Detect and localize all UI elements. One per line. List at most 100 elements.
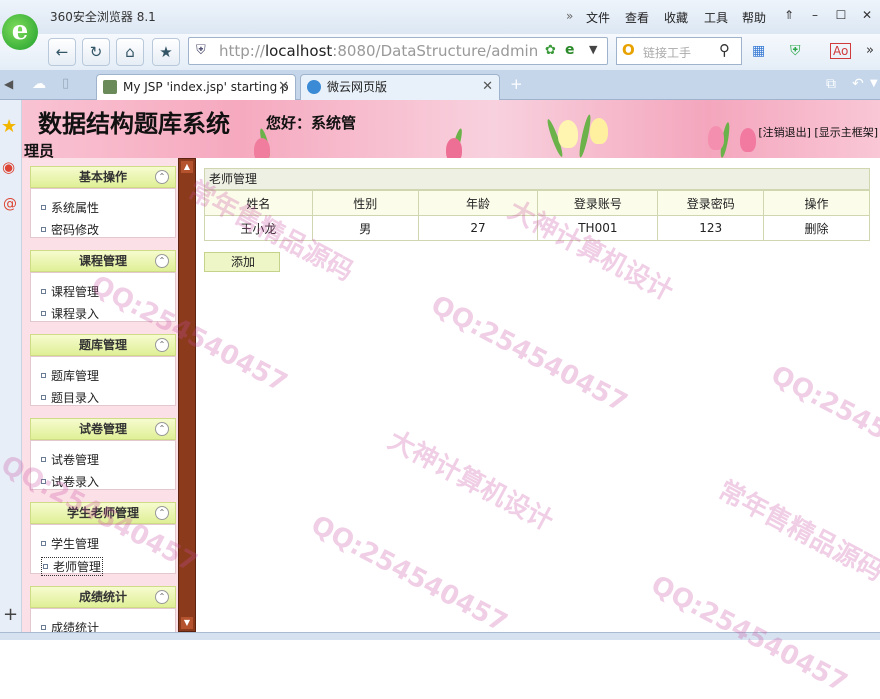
bullet-icon bbox=[41, 205, 46, 210]
close-window-icon[interactable]: ✕ bbox=[856, 5, 878, 25]
menu-link-exam-entry[interactable]: 试卷录入 bbox=[41, 473, 99, 490]
section-question-bank[interactable]: 题库管理 ⌃ bbox=[30, 334, 176, 356]
search-box[interactable]: O 链接工手 ⚲ bbox=[616, 37, 742, 65]
collapse-icon[interactable]: ⌃ bbox=[155, 506, 169, 520]
menu-help[interactable]: 帮助 bbox=[742, 9, 766, 26]
favorites-star-icon[interactable]: ★ bbox=[1, 116, 17, 137]
browser-titlebar: 360安全浏览器 8.1 » 文件 查看 收藏 工具 帮助 ⇑ – ☐ ✕ bbox=[0, 0, 880, 34]
menu-link-teacher-mgmt[interactable]: 老师管理 bbox=[41, 557, 104, 576]
col-login-password: 登录密码 bbox=[657, 190, 765, 216]
close-tab-icon[interactable]: ✕ bbox=[482, 75, 493, 99]
undo-close-icon[interactable]: ↶ bbox=[852, 76, 864, 92]
trash-icon[interactable]: ▯ bbox=[62, 76, 69, 91]
section-title: 基本操作 bbox=[78, 170, 127, 184]
section-exam-mgmt[interactable]: 试卷管理 ⌃ bbox=[30, 418, 176, 440]
bullet-icon bbox=[41, 227, 46, 232]
section-body: 试卷管理 试卷录入 bbox=[30, 440, 176, 490]
delete-link[interactable]: 删除 bbox=[763, 215, 870, 241]
pin-icon[interactable]: ⇑ bbox=[778, 5, 800, 25]
minimize-icon[interactable]: – bbox=[804, 5, 826, 25]
collapse-icon[interactable]: ⌃ bbox=[155, 422, 169, 436]
close-tab-icon[interactable]: ✕ bbox=[278, 75, 289, 99]
col-actions: 操作 bbox=[763, 190, 870, 216]
menu-link-change-password[interactable]: 密码修改 bbox=[41, 221, 99, 238]
panel-title: 老师管理 bbox=[204, 168, 870, 190]
menu-favorites[interactable]: 收藏 bbox=[664, 9, 688, 26]
browser-engine-icon[interactable]: e bbox=[565, 42, 575, 58]
section-body: 题库管理 题目录入 bbox=[30, 356, 176, 406]
back-icon[interactable]: ← bbox=[48, 38, 76, 66]
table-row: 王小龙 男 27 TH001 123 删除 bbox=[204, 215, 870, 241]
restore-tabs-icon[interactable]: ⧉ bbox=[826, 76, 836, 92]
col-age: 年龄 bbox=[417, 190, 539, 216]
address-dropdown-icon[interactable]: ▼ bbox=[589, 43, 597, 56]
address-bar[interactable]: ⛨ http://localhost:8080/DataStructure/ad… bbox=[188, 37, 608, 65]
new-tab-icon[interactable]: + bbox=[510, 75, 523, 93]
bullet-icon bbox=[41, 625, 46, 630]
scroll-up-icon[interactable]: ▲ bbox=[181, 161, 193, 173]
refresh-icon[interactable]: ↻ bbox=[82, 38, 110, 66]
menu-link-system-props[interactable]: 系统属性 bbox=[41, 199, 99, 216]
table-header-row: 姓名 性别 年龄 登录账号 登录密码 操作 bbox=[204, 190, 870, 216]
frame-splitter-scrollbar[interactable]: ▲ ▼ bbox=[178, 158, 196, 632]
bullet-icon bbox=[41, 373, 46, 378]
search-engine-icon[interactable]: O bbox=[622, 41, 635, 59]
section-basic-ops[interactable]: 基本操作 ⌃ bbox=[30, 166, 176, 188]
menu-link-course-entry[interactable]: 课程录入 bbox=[41, 305, 99, 322]
menu-link-question-entry[interactable]: 题目录入 bbox=[41, 389, 99, 406]
status-bar bbox=[0, 632, 880, 640]
section-title: 试卷管理 bbox=[78, 422, 127, 436]
tab-scroll-left-icon[interactable]: ◀ bbox=[4, 77, 13, 91]
home-icon[interactable]: ⌂ bbox=[116, 38, 144, 66]
browser-navbar: ← ↻ ⌂ ★ ⛨ http://localhost:8080/DataStru… bbox=[0, 34, 880, 70]
mail-at-icon[interactable]: @ bbox=[3, 196, 17, 212]
search-input[interactable]: 链接工手 bbox=[643, 44, 691, 61]
safety-guard-icon[interactable]: ⛨ bbox=[790, 43, 801, 59]
menu-link-question-bank[interactable]: 题库管理 bbox=[41, 367, 99, 384]
menu-overflow-icon[interactable]: » bbox=[566, 9, 573, 23]
cell-age: 27 bbox=[417, 215, 539, 241]
menu-link-student-mgmt[interactable]: 学生管理 bbox=[41, 535, 99, 552]
address-host: localhost bbox=[264, 42, 333, 60]
collapse-icon[interactable]: ⌃ bbox=[155, 338, 169, 352]
bullet-icon bbox=[41, 457, 46, 462]
section-body: 系统属性 密码修改 bbox=[30, 188, 176, 238]
header-links[interactable]: [注销退出] [显示主框架] bbox=[758, 124, 878, 140]
address-url[interactable]: http://localhost:8080/DataStructure/admi… bbox=[219, 42, 537, 60]
section-course-mgmt[interactable]: 课程管理 ⌃ bbox=[30, 250, 176, 272]
more-tools-icon[interactable]: » bbox=[866, 43, 874, 58]
tab-menu-dropdown-icon[interactable]: ▼ bbox=[870, 78, 878, 89]
tab-index-jsp[interactable]: My JSP 'index.jsp' starting p ✕ bbox=[96, 74, 296, 100]
system-title: 数据结构题库系统 bbox=[38, 109, 230, 138]
menu-view[interactable]: 查看 bbox=[625, 9, 649, 26]
adblock-icon[interactable]: Ao bbox=[830, 43, 852, 59]
section-title: 题库管理 bbox=[78, 338, 127, 352]
compat-mode-icon[interactable]: ✿ bbox=[545, 43, 556, 58]
weibo-icon[interactable]: ◉ bbox=[2, 158, 15, 176]
weiyun-favicon-icon bbox=[307, 80, 321, 94]
collapse-icon[interactable]: ⌃ bbox=[155, 590, 169, 604]
scroll-down-icon[interactable]: ▼ bbox=[181, 617, 193, 629]
left-menu-panel: 基本操作 ⌃ 系统属性 密码修改 课程管理 ⌃ 课程管理 课程录入 题库管理 ⌃… bbox=[22, 158, 178, 640]
add-button[interactable]: 添加 bbox=[204, 252, 280, 272]
tab-weiyun[interactable]: 微云网页版 ✕ bbox=[300, 74, 500, 100]
maximize-icon[interactable]: ☐ bbox=[830, 5, 852, 25]
add-sidebar-icon[interactable]: + bbox=[3, 604, 18, 625]
apps-grid-icon[interactable]: ▦ bbox=[752, 43, 765, 59]
section-score-stats[interactable]: 成绩统计 ⌃ bbox=[30, 586, 176, 608]
menu-tools[interactable]: 工具 bbox=[704, 9, 728, 26]
menu-file[interactable]: 文件 bbox=[586, 9, 610, 26]
search-icon[interactable]: ⚲ bbox=[719, 41, 730, 59]
teacher-table: 姓名 性别 年龄 登录账号 登录密码 操作 王小龙 男 27 TH001 123… bbox=[204, 190, 870, 241]
menu-link-course-mgmt[interactable]: 课程管理 bbox=[41, 283, 99, 300]
section-title: 课程管理 bbox=[78, 254, 127, 268]
collapse-icon[interactable]: ⌃ bbox=[155, 254, 169, 268]
favorite-star-icon[interactable]: ★ bbox=[152, 38, 180, 66]
tab-label: My JSP 'index.jsp' starting p bbox=[123, 80, 289, 94]
collapse-icon[interactable]: ⌃ bbox=[155, 170, 169, 184]
cloud-icon[interactable]: ☁ bbox=[32, 76, 46, 92]
menu-link-exam-mgmt[interactable]: 试卷管理 bbox=[41, 451, 99, 468]
section-student-teacher[interactable]: 学生老师管理 ⌃ bbox=[30, 502, 176, 524]
tab-label: 微云网页版 bbox=[327, 80, 388, 94]
browser-sidebar-strip: ★ ◉ @ + bbox=[0, 100, 22, 640]
